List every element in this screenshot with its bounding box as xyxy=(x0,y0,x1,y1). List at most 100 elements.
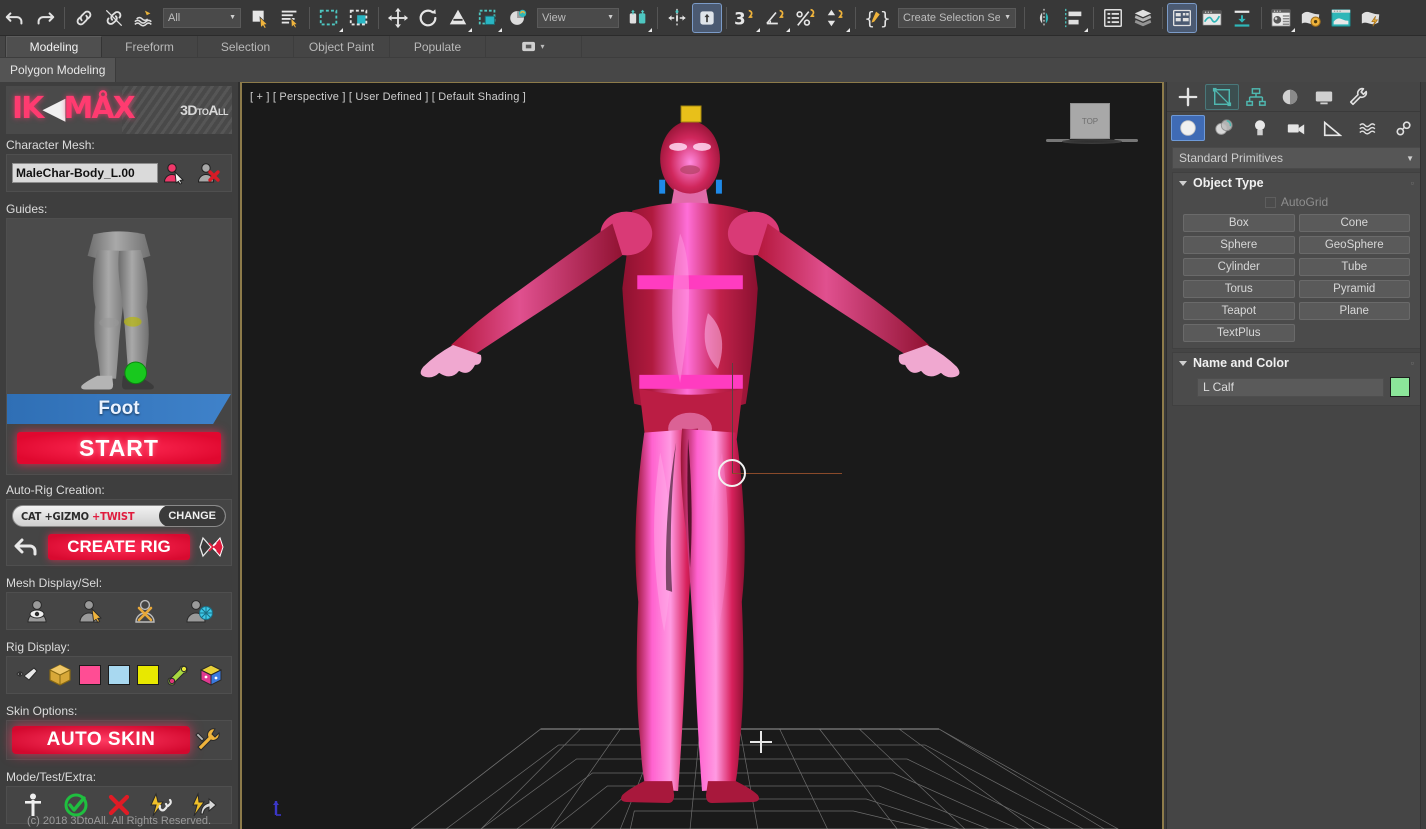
toggle-scene-explorer-icon[interactable] xyxy=(1167,3,1197,33)
ribbon-tab-modeling[interactable]: Modeling xyxy=(6,36,102,57)
motion-tab[interactable] xyxy=(1273,84,1307,110)
display-tab[interactable] xyxy=(1307,84,1341,110)
ribbon-tab-freeform[interactable]: Freeform xyxy=(102,36,198,57)
helpers-subtab[interactable] xyxy=(1315,115,1349,141)
mesh-see-through-icon[interactable] xyxy=(183,598,217,624)
hierarchy-tab[interactable] xyxy=(1239,84,1273,110)
perspective-viewport[interactable]: [ + ] [ Perspective ] [ User Defined ] [… xyxy=(240,82,1164,829)
render-setup-icon[interactable] xyxy=(1296,3,1326,33)
undo-rig-icon[interactable] xyxy=(12,534,42,560)
selection-filter-combo[interactable]: All ▼ xyxy=(163,8,241,28)
select-and-rotate-icon[interactable] xyxy=(413,3,443,33)
object-type-tube-button[interactable]: Tube xyxy=(1299,258,1411,276)
lights-subtab[interactable] xyxy=(1243,115,1277,141)
bind-to-space-warp-icon[interactable] xyxy=(129,3,159,33)
rendered-frame-window-icon[interactable] xyxy=(1326,3,1356,33)
space-warps-subtab[interactable] xyxy=(1351,115,1385,141)
start-button[interactable]: START xyxy=(17,432,221,464)
object-color-swatch[interactable] xyxy=(1390,377,1410,397)
spinner-snap-toggle-icon[interactable] xyxy=(821,3,851,33)
rig-gizmo-cube-icon[interactable] xyxy=(198,662,224,688)
scene-explorer-icon[interactable] xyxy=(1128,3,1158,33)
angle-snap-toggle-icon[interactable] xyxy=(761,3,791,33)
reference-coordinate-system-combo[interactable]: View ▼ xyxy=(537,8,619,28)
shapes-subtab[interactable] xyxy=(1207,115,1241,141)
geometry-subtab[interactable] xyxy=(1171,115,1205,141)
rig-color-yellow-swatch[interactable] xyxy=(137,665,159,685)
select-and-place-icon[interactable] xyxy=(473,3,503,33)
named-selection-sets-combo[interactable]: Create Selection Se ▼ xyxy=(898,8,1016,28)
rig-bounding-box-icon[interactable] xyxy=(47,662,73,688)
create-tab[interactable] xyxy=(1171,84,1205,110)
object-name-input[interactable]: L Calf xyxy=(1197,378,1384,397)
autogrid-checkbox[interactable] xyxy=(1265,197,1276,208)
utilities-tab[interactable] xyxy=(1341,84,1375,110)
autogrid-row[interactable]: AutoGrid xyxy=(1173,193,1420,214)
select-and-scale-icon[interactable] xyxy=(443,3,473,33)
change-rig-type-button[interactable]: CHANGE xyxy=(159,505,225,527)
select-link-icon[interactable] xyxy=(69,3,99,33)
layer-explorer-icon[interactable] xyxy=(1098,3,1128,33)
ribbon-tab-object-paint[interactable]: Object Paint xyxy=(294,36,390,57)
rig-type-combo[interactable]: CAT +GIZMO +TWIST CHANGE xyxy=(12,505,226,527)
object-type-header[interactable]: Object Type ▫ xyxy=(1173,173,1420,193)
pick-character-mesh-icon[interactable] xyxy=(158,160,192,186)
object-type-sphere-button[interactable]: Sphere xyxy=(1183,236,1295,254)
category-dropdown[interactable]: Standard Primitives ▼ xyxy=(1172,147,1421,169)
rig-color-pink-swatch[interactable] xyxy=(79,665,101,685)
mirror-icon[interactable] xyxy=(662,3,692,33)
select-by-name-icon[interactable] xyxy=(275,3,305,33)
cameras-subtab[interactable] xyxy=(1279,115,1313,141)
ribbon-tab-populate[interactable]: Populate xyxy=(390,36,486,57)
object-type-cone-button[interactable]: Cone xyxy=(1299,214,1411,232)
rollout-pin-icon[interactable]: ▫ xyxy=(1411,178,1414,188)
unlink-selection-icon[interactable] xyxy=(99,3,129,33)
current-guide-bar[interactable]: Foot xyxy=(7,394,231,424)
object-type-torus-button[interactable]: Torus xyxy=(1183,280,1295,298)
undo-icon[interactable] xyxy=(0,3,30,33)
bone-display-icon[interactable] xyxy=(165,662,191,688)
mirror-rig-icon[interactable] xyxy=(196,534,226,560)
rig-color-blue-swatch[interactable] xyxy=(108,665,130,685)
object-type-cylinder-button[interactable]: Cylinder xyxy=(1183,258,1295,276)
show-hide-mesh-icon[interactable] xyxy=(21,598,55,624)
curve-editor-icon[interactable] xyxy=(1197,3,1227,33)
ribbon-display-options-icon[interactable]: ▾ xyxy=(486,36,582,57)
modify-tab[interactable] xyxy=(1205,84,1239,110)
object-type-plane-button[interactable]: Plane xyxy=(1299,302,1411,320)
rollout-collapse-icon[interactable] xyxy=(1179,361,1187,366)
align-flyout-icon[interactable] xyxy=(1059,3,1089,33)
snaps-toggle-icon[interactable]: 3 xyxy=(731,3,761,33)
use-center-flyout-icon[interactable] xyxy=(503,3,533,33)
object-type-geosphere-button[interactable]: GeoSphere xyxy=(1299,236,1411,254)
auto-skin-button[interactable]: AUTO SKIN xyxy=(12,726,190,754)
subtab-polygon-modeling[interactable]: Polygon Modeling xyxy=(0,58,116,82)
window-crossing-icon[interactable] xyxy=(344,3,374,33)
guides-preview-legs[interactable] xyxy=(7,219,231,394)
object-type-box-button[interactable]: Box xyxy=(1183,214,1295,232)
name-and-color-header[interactable]: Name and Color ▫ xyxy=(1173,353,1420,373)
align-icon[interactable] xyxy=(692,3,722,33)
character-mesh-field[interactable]: MaleChar-Body_L.00 xyxy=(12,163,158,183)
object-type-teapot-button[interactable]: Teapot xyxy=(1183,302,1295,320)
schematic-view-icon[interactable] xyxy=(1227,3,1257,33)
select-and-move-icon[interactable] xyxy=(383,3,413,33)
create-rig-button[interactable]: CREATE RIG xyxy=(48,534,190,560)
edit-named-selection-sets-icon[interactable]: {} xyxy=(860,3,894,33)
skin-settings-wrench-icon[interactable] xyxy=(190,727,226,753)
material-editor-icon[interactable] xyxy=(1266,3,1296,33)
rollout-collapse-icon[interactable] xyxy=(1179,181,1187,186)
object-type-textplus-button[interactable]: TextPlus xyxy=(1183,324,1295,342)
select-mesh-icon[interactable] xyxy=(75,598,109,624)
freeze-mesh-icon[interactable] xyxy=(129,598,163,624)
rectangular-selection-region-icon[interactable] xyxy=(314,3,344,33)
use-pivot-point-center-icon[interactable] xyxy=(623,3,653,33)
show-hide-rig-icon[interactable] xyxy=(14,662,40,688)
character-mesh-male-body[interactable] xyxy=(242,83,1162,829)
render-production-icon[interactable] xyxy=(1356,3,1386,33)
mirror-tool-icon[interactable] xyxy=(1029,3,1059,33)
clear-character-mesh-icon[interactable] xyxy=(192,160,226,186)
systems-subtab[interactable] xyxy=(1387,115,1421,141)
object-type-pyramid-button[interactable]: Pyramid xyxy=(1299,280,1411,298)
guide-handle-circle[interactable] xyxy=(718,459,746,487)
